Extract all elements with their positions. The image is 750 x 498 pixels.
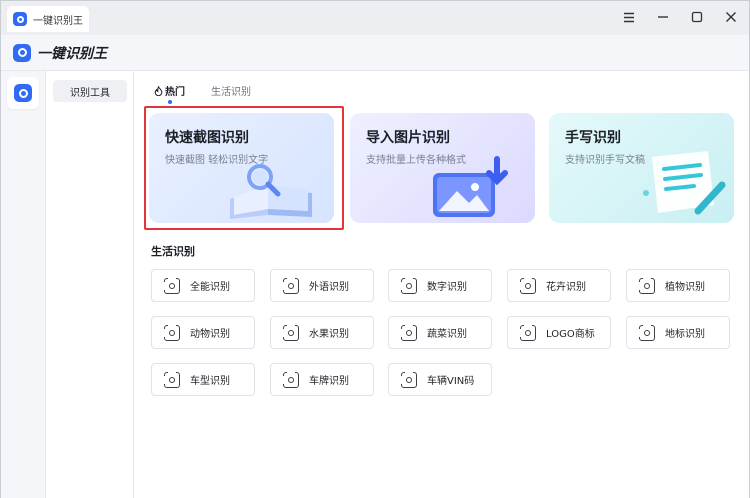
landmark-scan-icon bbox=[638, 323, 655, 341]
tool-vin[interactable]: 车辆VIN码 bbox=[388, 363, 492, 396]
feature-subtitle: 支持识别手写文稿 bbox=[565, 155, 645, 166]
paper-pen-illustration bbox=[643, 151, 726, 215]
tool-plant[interactable]: 植物识别 bbox=[626, 269, 730, 302]
tool-license-plate[interactable]: 车牌识别 bbox=[270, 363, 374, 396]
title-bar: 一键识别王 bbox=[1, 1, 749, 35]
active-tab-indicator bbox=[168, 100, 172, 104]
feature-title: 手写识别 bbox=[565, 130, 621, 146]
tool-animal[interactable]: 动物识别 bbox=[151, 316, 255, 349]
feature-card-import-image[interactable]: 导入图片识别 支持批量上传各种格式 bbox=[350, 113, 535, 223]
rail-item-recognize[interactable] bbox=[7, 77, 39, 109]
tab-hot-label: 热门 bbox=[165, 87, 185, 98]
window-tab-title: 一键识别王 bbox=[33, 15, 83, 27]
tool-label: 外语识别 bbox=[309, 282, 349, 293]
book-search-illustration bbox=[230, 164, 312, 219]
tool-label: 植物识别 bbox=[665, 282, 705, 293]
tool-number[interactable]: 数字识别 bbox=[388, 269, 492, 302]
tool-label: 蔬菜识别 bbox=[427, 329, 467, 340]
logo-scan-icon bbox=[519, 323, 536, 341]
flower-scan-icon bbox=[519, 276, 536, 294]
abc-scan-icon bbox=[282, 276, 299, 294]
minimize-icon[interactable] bbox=[655, 9, 671, 25]
tab-life-label: 生活识别 bbox=[211, 87, 251, 98]
tool-flower[interactable]: 花卉识别 bbox=[507, 269, 611, 302]
main-content: 热门 生活识别 快速截图识别 快速截图 轻松识别文字 导入图片识别 支持批量上传… bbox=[134, 71, 749, 498]
tool-label: 车牌识别 bbox=[309, 376, 349, 387]
tool-label: 水果识别 bbox=[309, 329, 349, 340]
tool-landmark[interactable]: 地标识别 bbox=[626, 316, 730, 349]
tab-life[interactable]: 生活识别 bbox=[211, 83, 251, 98]
car-scan-icon bbox=[163, 370, 180, 388]
eye-scan-icon bbox=[163, 276, 180, 294]
feature-card-handwriting[interactable]: 手写识别 支持识别手写文稿 bbox=[549, 113, 734, 223]
tool-label: 动物识别 bbox=[190, 329, 230, 340]
app-header: 一键识别王 bbox=[1, 35, 749, 71]
flame-icon bbox=[154, 85, 163, 96]
tool-label: 全能识别 bbox=[190, 282, 230, 293]
plant-scan-icon bbox=[638, 276, 655, 294]
sidebar: 识别工具 bbox=[46, 71, 134, 498]
tool-all-round[interactable]: 全能识别 bbox=[151, 269, 255, 302]
tool-label: 数字识别 bbox=[427, 282, 467, 293]
close-icon[interactable] bbox=[723, 9, 739, 25]
tool-label: 花卉识别 bbox=[546, 282, 586, 293]
app-name: 一键识别王 bbox=[37, 45, 107, 62]
section-title: 生活识别 bbox=[151, 245, 195, 258]
sidebar-item-recognition-tools[interactable]: 识别工具 bbox=[53, 80, 127, 102]
tool-logo[interactable]: LOGO商标 bbox=[507, 316, 611, 349]
app-logo-icon bbox=[13, 12, 27, 26]
window-tab[interactable]: 一键识别王 bbox=[7, 6, 89, 32]
icon-rail bbox=[1, 71, 46, 498]
image-import-illustration bbox=[433, 156, 508, 217]
tool-label: 车辆VIN码 bbox=[427, 376, 475, 387]
tool-fruit[interactable]: 水果识别 bbox=[270, 316, 374, 349]
tool-car-model[interactable]: 车型识别 bbox=[151, 363, 255, 396]
app-window: 一键识别王 一键识别王 识别工具 热门 生活识别 快速截图识别 快速截图 轻松识… bbox=[0, 0, 750, 498]
tool-vegetable[interactable]: 蔬菜识别 bbox=[388, 316, 492, 349]
app-logo-icon bbox=[14, 84, 32, 102]
menu-icon[interactable] bbox=[621, 9, 637, 25]
feature-title: 导入图片识别 bbox=[366, 130, 450, 146]
window-controls bbox=[621, 9, 739, 25]
vegetable-scan-icon bbox=[400, 323, 417, 341]
vin-scan-icon bbox=[400, 370, 417, 388]
animal-scan-icon bbox=[163, 323, 180, 341]
123-scan-icon bbox=[400, 276, 417, 294]
category-tabs: 热门 生活识别 bbox=[154, 83, 251, 104]
feature-title: 快速截图识别 bbox=[165, 130, 249, 146]
maximize-icon[interactable] bbox=[689, 9, 705, 25]
app-logo-icon bbox=[13, 43, 31, 62]
plate-scan-icon bbox=[282, 370, 299, 388]
tool-label: LOGO商标 bbox=[546, 329, 595, 340]
fruit-scan-icon bbox=[282, 323, 299, 341]
tool-label: 车型识别 bbox=[190, 376, 230, 387]
tool-label: 地标识别 bbox=[665, 329, 705, 340]
tab-hot[interactable]: 热门 bbox=[154, 83, 185, 104]
tool-foreign-language[interactable]: 外语识别 bbox=[270, 269, 374, 302]
feature-card-screenshot[interactable]: 快速截图识别 快速截图 轻松识别文字 bbox=[149, 113, 334, 223]
